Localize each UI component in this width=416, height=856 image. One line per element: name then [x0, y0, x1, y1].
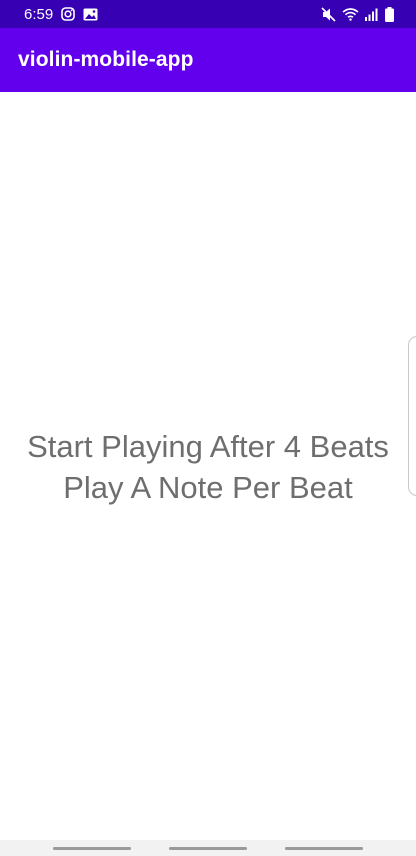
signal-icon: [365, 8, 379, 21]
instruction-text: Start Playing After 4 Beats Play A Note …: [0, 426, 416, 508]
back-button[interactable]: [285, 846, 363, 850]
instruction-line-1: Start Playing After 4 Beats: [27, 429, 389, 464]
app-bar: violin-mobile-app: [0, 28, 416, 92]
navigation-bar: [0, 840, 416, 856]
battery-icon: [385, 6, 394, 22]
app-title: violin-mobile-app: [18, 48, 194, 71]
status-bar: 6:59: [0, 0, 416, 28]
mute-icon: [321, 6, 336, 22]
home-button[interactable]: [169, 846, 247, 850]
instagram-icon: [61, 7, 76, 21]
status-right: [321, 6, 394, 22]
recents-button[interactable]: [53, 846, 131, 850]
status-time: 6:59: [24, 5, 54, 23]
wifi-icon: [342, 7, 359, 21]
status-left: 6:59: [24, 6, 98, 23]
instruction-line-2: Play A Note Per Beat: [63, 470, 353, 505]
gallery-icon: [83, 8, 98, 21]
main-content: Start Playing After 4 Beats Play A Note …: [0, 92, 416, 840]
